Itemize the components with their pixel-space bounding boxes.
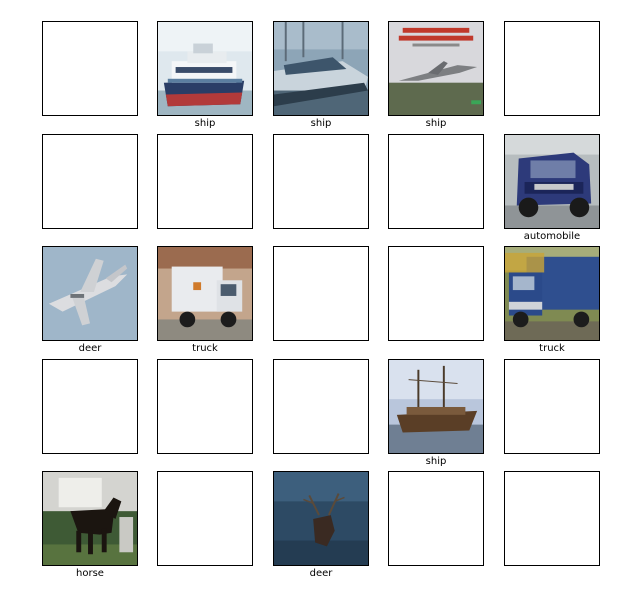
- box-truck-image: [157, 246, 253, 341]
- empty-image-slot: [42, 21, 138, 116]
- empty-image-slot: [273, 359, 369, 454]
- image-label: truck: [192, 343, 218, 354]
- image-label: deer: [78, 343, 102, 354]
- image-label: automobile: [523, 231, 581, 242]
- empty-image-slot: [504, 359, 600, 454]
- empty-image-slot: [157, 359, 253, 454]
- empty-image-slot: [504, 21, 600, 116]
- image-grid: ship ship ship automobile deer truck tru…: [0, 0, 643, 590]
- empty-image-slot: [388, 471, 484, 566]
- empty-image-slot: [273, 134, 369, 229]
- empty-image-slot: [273, 246, 369, 341]
- image-label: horse: [76, 568, 104, 579]
- empty-image-slot: [504, 471, 600, 566]
- image-label: deer: [309, 568, 333, 579]
- deer-in-night-image: [273, 471, 369, 566]
- motor-yacht-image: [273, 21, 369, 116]
- empty-image-slot: [42, 359, 138, 454]
- empty-image-slot: [42, 134, 138, 229]
- dark-horse-image: [42, 471, 138, 566]
- ferry-boat-image: [157, 21, 253, 116]
- fighter-jet-image: [42, 246, 138, 341]
- image-label: ship: [425, 456, 447, 467]
- empty-image-slot: [157, 134, 253, 229]
- empty-image-slot: [388, 134, 484, 229]
- empty-image-slot: [157, 471, 253, 566]
- image-label: ship: [310, 118, 332, 129]
- old-wooden-ship-image: [388, 359, 484, 454]
- image-label: truck: [539, 343, 565, 354]
- empty-image-slot: [388, 246, 484, 341]
- concorde-book-cover-image: [388, 21, 484, 116]
- image-label: ship: [194, 118, 216, 129]
- blue-suv-image: [504, 134, 600, 229]
- blue-lorry-image: [504, 246, 600, 341]
- image-label: ship: [425, 118, 447, 129]
